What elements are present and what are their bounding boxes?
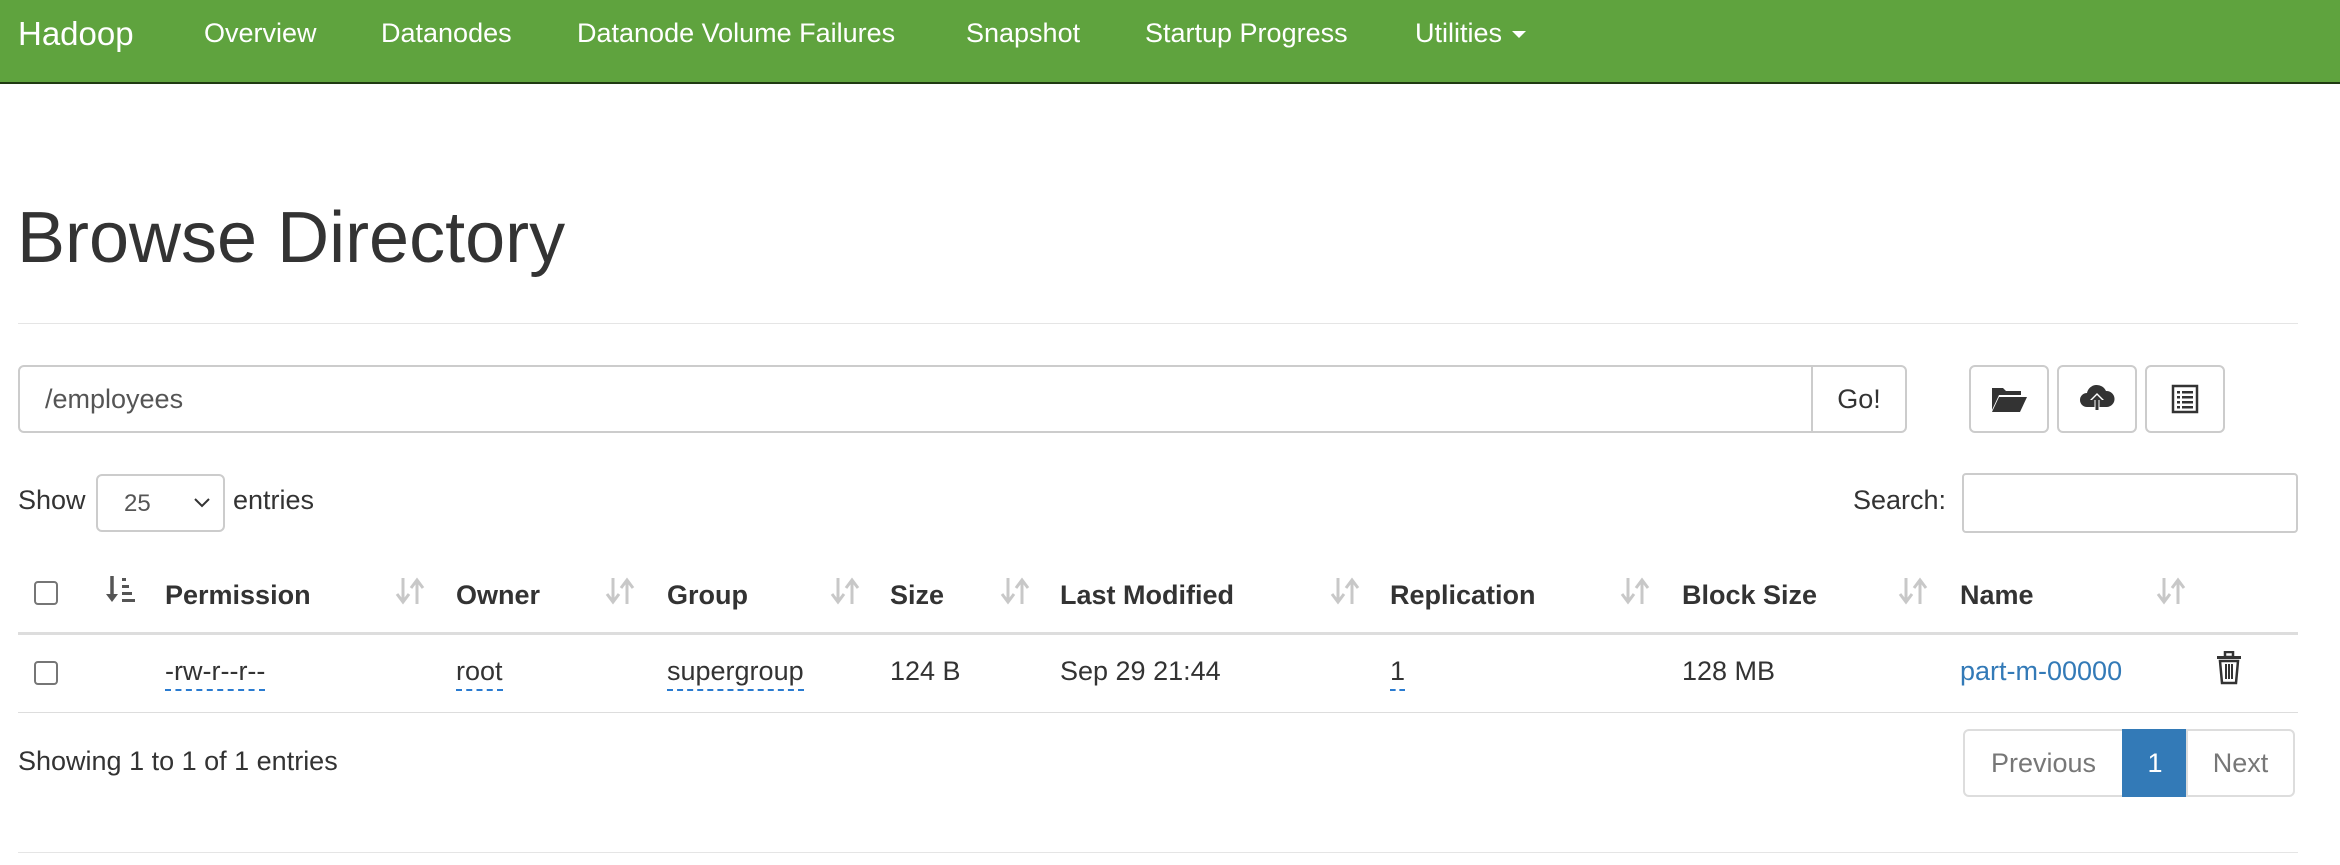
divider bbox=[18, 323, 2298, 324]
nav-datanode-volume-failures[interactable]: Datanode Volume Failures bbox=[577, 18, 895, 49]
show-label: Show bbox=[18, 485, 86, 515]
row-select-checkbox[interactable] bbox=[34, 661, 58, 685]
sort-both-icon[interactable] bbox=[605, 574, 635, 608]
brand-link[interactable]: Hadoop bbox=[18, 15, 134, 53]
column-header-last-modified[interactable]: Last Modified bbox=[1060, 580, 1234, 611]
table-row-divider bbox=[18, 712, 2298, 713]
sort-both-icon[interactable] bbox=[1330, 574, 1360, 608]
next-page-button[interactable]: Next bbox=[2186, 729, 2295, 797]
column-header-name[interactable]: Name bbox=[1960, 580, 2034, 611]
page-title: Browse Directory bbox=[17, 198, 566, 278]
sort-both-icon[interactable] bbox=[2156, 574, 2186, 608]
cut-paste-button[interactable] bbox=[2145, 365, 2225, 433]
sort-ascending-icon[interactable] bbox=[104, 574, 136, 608]
file-name-link[interactable]: part-m-00000 bbox=[1960, 656, 2122, 687]
sort-both-icon[interactable] bbox=[395, 574, 425, 608]
select-all-checkbox[interactable] bbox=[34, 581, 58, 605]
caret-down-icon bbox=[1512, 31, 1527, 39]
entries-label: entries bbox=[233, 485, 315, 515]
nav-overview[interactable]: Overview bbox=[204, 18, 317, 49]
cell-block-size: 128 MB bbox=[1682, 656, 1776, 686]
search-label: Search: bbox=[1853, 485, 1947, 515]
nav-utilities-label: Utilities bbox=[1415, 18, 1503, 48]
sort-both-icon[interactable] bbox=[1898, 574, 1928, 608]
nav-startup-progress[interactable]: Startup Progress bbox=[1145, 18, 1348, 49]
search-input[interactable] bbox=[1962, 473, 2298, 533]
trash-icon[interactable] bbox=[2215, 651, 2243, 685]
list-icon bbox=[2171, 384, 2199, 414]
footer-divider bbox=[18, 852, 2298, 853]
page-1-button[interactable]: 1 bbox=[2122, 729, 2188, 797]
column-header-block-size[interactable]: Block Size bbox=[1682, 580, 1817, 611]
upload-files-button[interactable] bbox=[2057, 365, 2137, 433]
entries-per-page-value: 25 bbox=[124, 490, 151, 517]
sort-both-icon[interactable] bbox=[1620, 574, 1650, 608]
column-header-permission[interactable]: Permission bbox=[165, 580, 311, 611]
table-header-divider bbox=[18, 632, 2298, 635]
cell-owner[interactable]: root bbox=[456, 656, 503, 691]
sort-both-icon[interactable] bbox=[830, 574, 860, 608]
column-header-owner[interactable]: Owner bbox=[456, 580, 540, 611]
pagination: Previous 1 Next bbox=[1963, 729, 2295, 797]
column-header-size[interactable]: Size bbox=[890, 580, 944, 611]
cell-group[interactable]: supergroup bbox=[667, 656, 804, 691]
sort-both-icon[interactable] bbox=[1000, 574, 1030, 608]
table-info-text: Showing 1 to 1 of 1 entries bbox=[18, 746, 338, 776]
go-button[interactable]: Go! bbox=[1811, 365, 1907, 433]
navbar: Hadoop Overview Datanodes Datanode Volum… bbox=[0, 0, 2340, 84]
previous-page-button[interactable]: Previous bbox=[1963, 729, 2124, 797]
cell-replication[interactable]: 1 bbox=[1390, 656, 1406, 691]
cell-permission[interactable]: -rw-r--r-- bbox=[165, 656, 266, 691]
chevron-down-icon bbox=[194, 498, 210, 508]
entries-per-page-select[interactable]: 25 bbox=[96, 474, 225, 532]
nav-snapshot[interactable]: Snapshot bbox=[966, 18, 1080, 49]
cloud-upload-icon bbox=[2080, 384, 2115, 410]
nav-datanodes[interactable]: Datanodes bbox=[381, 18, 512, 49]
folder-open-icon bbox=[1992, 388, 2027, 412]
directory-path-input[interactable] bbox=[18, 365, 1813, 433]
nav-utilities-dropdown[interactable]: Utilities bbox=[1415, 18, 1527, 49]
cell-last-modified: Sep 29 21:44 bbox=[1060, 656, 1221, 686]
create-directory-button[interactable] bbox=[1969, 365, 2049, 433]
column-header-replication[interactable]: Replication bbox=[1390, 580, 1536, 611]
cell-size: 124 B bbox=[890, 656, 961, 686]
column-header-group[interactable]: Group bbox=[667, 580, 748, 611]
